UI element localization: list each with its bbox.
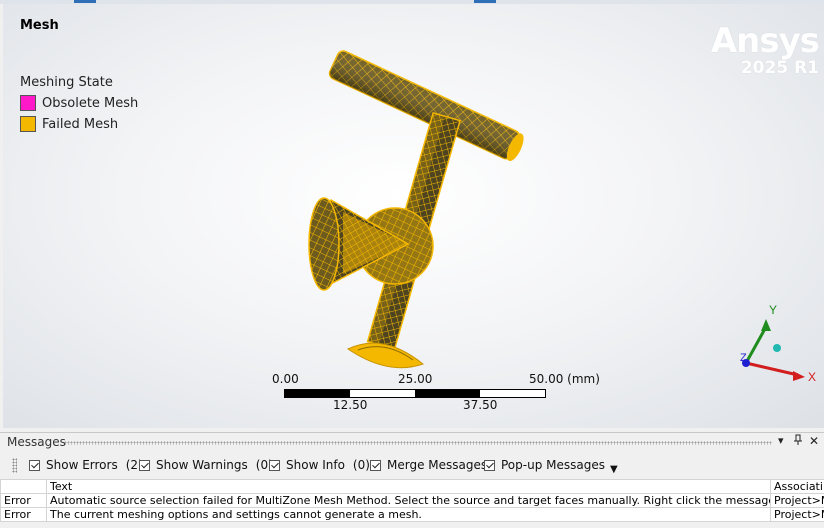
popup-messages-label: Pop-up Messages — [501, 458, 605, 472]
column-header-text[interactable]: Text — [47, 480, 771, 494]
tab-indicator — [474, 0, 496, 3]
chevron-down-icon[interactable]: ▼ — [610, 464, 618, 475]
coordinate-triad[interactable]: Y X Z — [733, 301, 823, 391]
tab-indicator — [74, 0, 96, 3]
y-axis-label: Y — [769, 303, 777, 317]
message-association: Project>M — [771, 494, 824, 508]
message-type: Error — [1, 508, 47, 522]
info-count: (0) — [353, 458, 370, 472]
scale-bar — [284, 389, 546, 398]
table-header-row: Text Associati — [1, 480, 824, 494]
mesh-model[interactable] — [3, 4, 824, 428]
messages-header: Messages ▾ ✕ — [0, 433, 824, 451]
show-warnings-label: Show Warnings — [156, 458, 248, 472]
scale-label: 25.00 — [398, 372, 432, 386]
table-row[interactable]: Error Automatic source selection failed … — [1, 494, 824, 508]
scale-label: 12.50 — [333, 398, 367, 412]
merge-messages-toggle[interactable]: Merge Messages — [370, 458, 487, 472]
column-header-association[interactable]: Associati — [771, 480, 824, 494]
message-association: Project>M — [771, 508, 824, 522]
popup-messages-toggle[interactable]: Pop-up Messages ▼ — [484, 458, 618, 472]
graphics-viewport[interactable]: Mesh Meshing State Obsolete Mesh Failed … — [3, 4, 824, 428]
pin-glyph — [793, 434, 803, 446]
show-info-toggle[interactable]: Show Info (0) — [269, 458, 370, 472]
messages-panel: Messages ▾ ✕ Show Errors (2) Show Warnin… — [0, 432, 824, 528]
z-axis-label: Z — [740, 352, 747, 364]
messages-title: Messages — [7, 435, 66, 449]
message-text: The current meshing options and settings… — [47, 508, 771, 522]
scale-label: 37.50 — [463, 398, 497, 412]
checkbox-checked[interactable] — [139, 460, 150, 471]
checkbox-checked[interactable] — [484, 460, 495, 471]
message-type: Error — [1, 494, 47, 508]
show-warnings-toggle[interactable]: Show Warnings (0) — [139, 458, 273, 472]
show-info-label: Show Info — [286, 458, 345, 472]
column-header-type[interactable] — [1, 480, 47, 494]
checkbox-checked[interactable] — [29, 460, 40, 471]
checkbox-checked[interactable] — [269, 460, 280, 471]
close-icon[interactable]: ✕ — [809, 434, 819, 448]
panel-menu-icon[interactable]: ▾ — [778, 434, 784, 447]
message-text: Automatic source selection failed for Mu… — [47, 494, 771, 508]
scale-label: 50.00 (mm) — [529, 372, 600, 386]
messages-table: Text Associati Error Automatic source se… — [0, 479, 824, 522]
toolbar-grip[interactable] — [12, 458, 17, 473]
scale-label: 0.00 — [272, 372, 299, 386]
messages-toolbar: Show Errors (2) Show Warnings (0) Show I… — [0, 455, 824, 475]
merge-messages-label: Merge Messages — [387, 458, 487, 472]
x-axis-label: X — [808, 370, 816, 384]
table-row[interactable]: Error The current meshing options and se… — [1, 508, 824, 522]
checkbox-checked[interactable] — [370, 460, 381, 471]
show-errors-label: Show Errors — [46, 458, 118, 472]
show-errors-toggle[interactable]: Show Errors (2) — [29, 458, 143, 472]
pin-icon[interactable] — [793, 434, 803, 449]
drag-grip[interactable] — [64, 441, 772, 445]
